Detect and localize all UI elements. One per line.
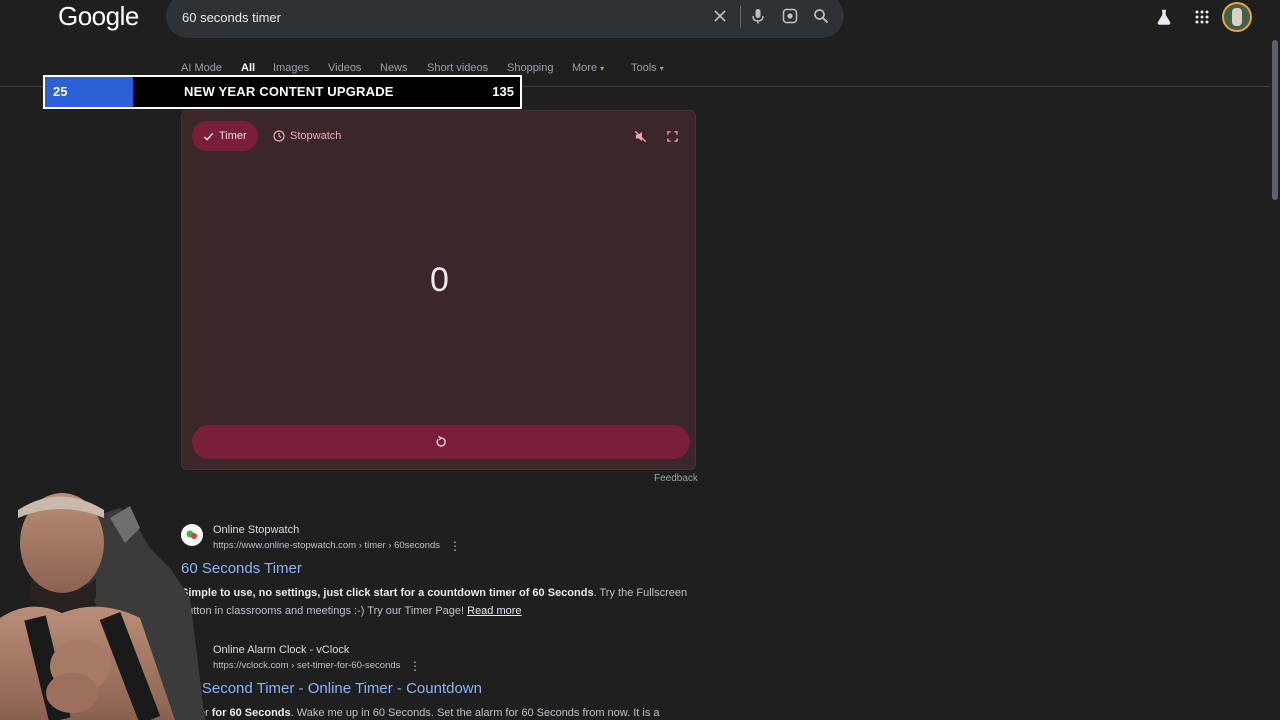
google-logo[interactable]: Google xyxy=(58,1,139,32)
result-site-name[interactable]: Online Stopwatch xyxy=(213,524,299,536)
goal-current-count: 25 xyxy=(53,84,68,99)
search-input[interactable]: 60 seconds timer xyxy=(182,10,281,25)
scrollbar-thumb[interactable] xyxy=(1272,40,1278,200)
tab-more[interactable]: More ▾ xyxy=(572,62,604,74)
tab-tools[interactable]: Tools ▾ xyxy=(631,62,664,74)
timer-display: 0 xyxy=(430,261,449,299)
tab-all[interactable]: All xyxy=(241,62,255,74)
tab-shopping[interactable]: Shopping xyxy=(507,62,554,74)
clock-icon xyxy=(273,130,285,142)
result-url[interactable]: https://www.online-stopwatch.com › timer… xyxy=(213,540,440,551)
fullscreen-icon[interactable] xyxy=(664,128,680,144)
chevron-down-icon: ▾ xyxy=(600,64,605,73)
tab-ai-mode[interactable]: AI Mode xyxy=(181,62,222,74)
result-url[interactable]: https://vclock.com › set-timer-for-60-se… xyxy=(213,660,400,671)
more-options-icon[interactable]: ⋮ xyxy=(449,539,461,553)
tab-videos[interactable]: Videos xyxy=(328,62,361,74)
mute-icon[interactable] xyxy=(632,128,648,144)
account-avatar[interactable] xyxy=(1222,2,1252,32)
labs-flask-icon[interactable] xyxy=(1153,6,1175,28)
stopwatch-chip-label: Stopwatch xyxy=(290,130,342,142)
tab-images[interactable]: Images xyxy=(273,62,309,74)
result-site-name[interactable]: Online Alarm Clock - vClock xyxy=(213,644,349,656)
more-options-icon[interactable]: ⋮ xyxy=(409,659,421,673)
lens-icon[interactable] xyxy=(780,6,800,26)
timer-chip-label: Timer xyxy=(219,130,247,142)
timer-widget: Timer Stopwatch 0 xyxy=(181,110,696,470)
goal-target-count: 135 xyxy=(492,84,514,99)
read-more-link[interactable]: Read more xyxy=(467,605,521,617)
search-result: Online Alarm Clock - vClock https://vclo… xyxy=(181,644,701,720)
search-icon[interactable] xyxy=(811,6,831,26)
result-snippet: Timer for 60 Seconds. Wake me up in 60 S… xyxy=(181,707,660,719)
search-result: Online Stopwatch https://www.online-stop… xyxy=(181,524,701,624)
tab-short-videos[interactable]: Short videos xyxy=(427,62,488,74)
search-divider xyxy=(740,6,741,28)
goal-progress-banner: 25 NEW YEAR CONTENT UPGRADE 135 xyxy=(43,75,522,109)
goal-title: NEW YEAR CONTENT UPGRADE xyxy=(184,84,394,99)
check-icon xyxy=(203,132,214,141)
chevron-down-icon: ▾ xyxy=(659,64,664,73)
clear-icon[interactable] xyxy=(710,6,730,26)
search-bar[interactable]: 60 seconds timer xyxy=(166,0,844,38)
result-title-link[interactable]: 60 Second Timer - Online Timer - Countdo… xyxy=(181,680,482,697)
tab-news[interactable]: News xyxy=(380,62,408,74)
feedback-link[interactable]: Feedback xyxy=(654,473,698,484)
reset-button[interactable] xyxy=(192,425,690,459)
webcam-overlay xyxy=(0,488,220,720)
apps-grid-icon[interactable] xyxy=(1191,6,1213,28)
microphone-icon[interactable] xyxy=(748,6,768,26)
stopwatch-chip[interactable]: Stopwatch xyxy=(262,121,352,151)
page-scrollbar[interactable] xyxy=(1270,0,1280,720)
reset-icon xyxy=(436,436,446,447)
timer-chip[interactable]: Timer xyxy=(192,121,258,151)
result-snippet: Simple to use, no settings, just click s… xyxy=(181,587,688,617)
